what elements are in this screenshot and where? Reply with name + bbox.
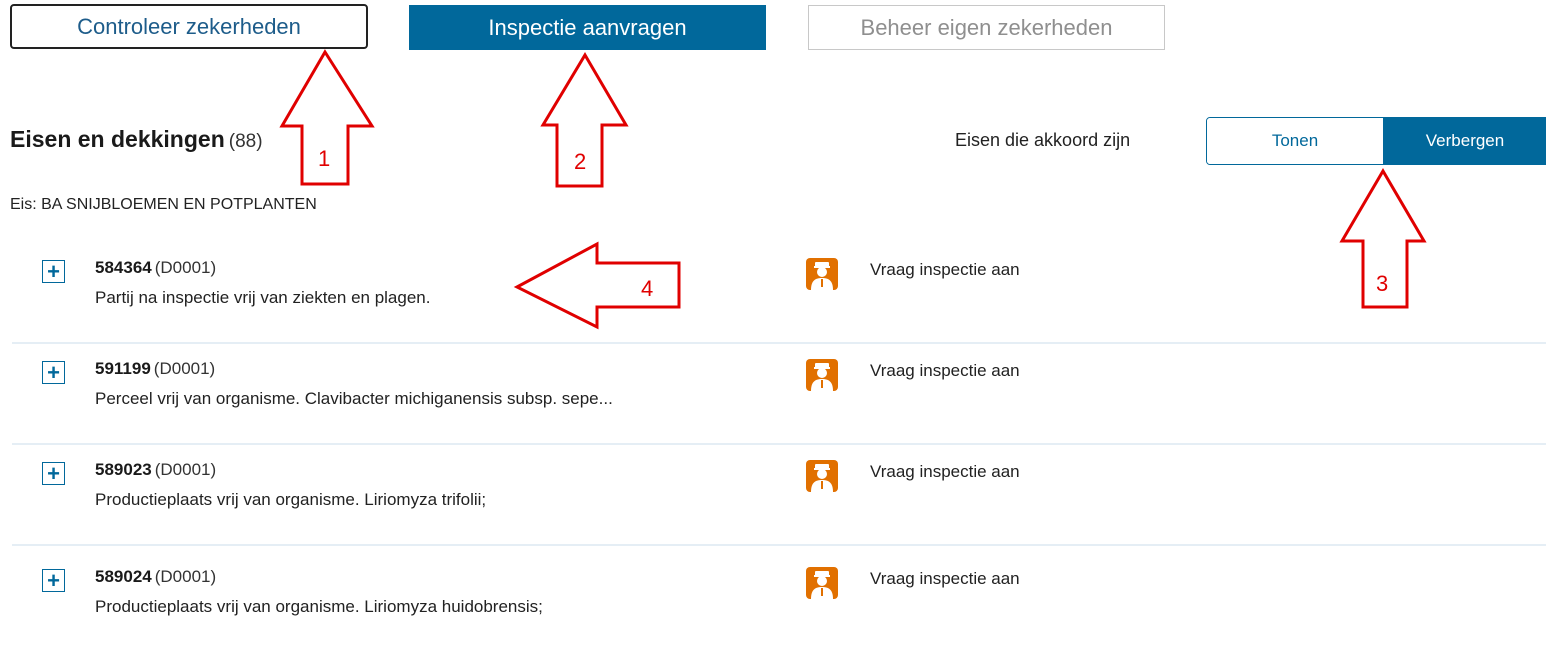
annotation-label-1: 1 <box>318 146 331 171</box>
annotation-arrow-4 <box>513 241 681 330</box>
annotation-overlay <box>279 49 1427 330</box>
annotation-label-2: 2 <box>574 149 587 174</box>
annotation-label-3: 3 <box>1376 271 1389 296</box>
annotation-label-4: 4 <box>641 276 654 301</box>
